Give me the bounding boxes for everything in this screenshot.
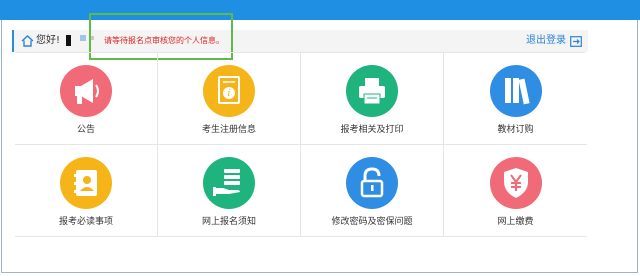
info-document-icon: i <box>203 65 255 117</box>
menu-item-label: 教材订购 <box>497 125 534 135</box>
menu-item-label: 网上缴费 <box>497 217 534 227</box>
svg-text:i: i <box>228 89 231 99</box>
menu-item-label: 报考必读事项 <box>58 217 113 227</box>
yen-shield-icon <box>489 157 542 209</box>
user-id-redacted <box>80 35 86 41</box>
books-icon <box>489 65 542 117</box>
greeting-text: 您好! <box>36 35 61 46</box>
user-info-bar: 您好! 请等待报名点审核您的个人信息。 退出登录 <box>12 30 588 52</box>
menu-item-label: 修改密码及密保问题 <box>331 217 413 227</box>
printer-icon <box>346 65 398 117</box>
megaphone-icon <box>60 65 112 117</box>
menu-item-label: 报考相关及打印 <box>340 125 404 135</box>
contact-book-icon <box>60 157 112 209</box>
padlock-icon <box>346 157 398 209</box>
user-name-redacted <box>66 35 71 46</box>
menu-item-announcement[interactable]: 公告 <box>15 53 158 145</box>
menu-item-exam-print[interactable]: 报考相关及打印 <box>301 53 444 145</box>
menu-item-must-read[interactable]: 报考必读事项 <box>15 145 158 237</box>
logout-icon <box>570 35 582 47</box>
review-warning-text: 请等待报名点审核您的个人信息。 <box>104 36 224 45</box>
menu-item-registration-info[interactable]: i 考生注册信息 <box>158 53 301 145</box>
menu-grid: 公告 i 考生注册信息 报考相关及打印 教材订购 报考必读事项 网上报名须知 修… <box>15 52 587 237</box>
menu-item-label: 网上报名须知 <box>201 217 256 227</box>
logout-button[interactable]: 退出登录 <box>526 34 582 48</box>
menu-item-online-payment[interactable]: 网上缴费 <box>444 145 587 237</box>
menu-item-label: 公告 <box>76 125 95 135</box>
menu-item-label: 考生注册信息 <box>201 125 256 135</box>
logout-label: 退出登录 <box>526 35 566 46</box>
top-bar <box>0 0 640 20</box>
hand-stack-icon <box>203 157 255 209</box>
home-icon[interactable] <box>21 35 34 47</box>
menu-item-change-password[interactable]: 修改密码及密保问题 <box>301 145 444 237</box>
menu-item-online-notice[interactable]: 网上报名须知 <box>158 145 301 237</box>
user-extra-redacted <box>90 36 94 40</box>
menu-item-textbook-order[interactable]: 教材订购 <box>444 53 587 145</box>
